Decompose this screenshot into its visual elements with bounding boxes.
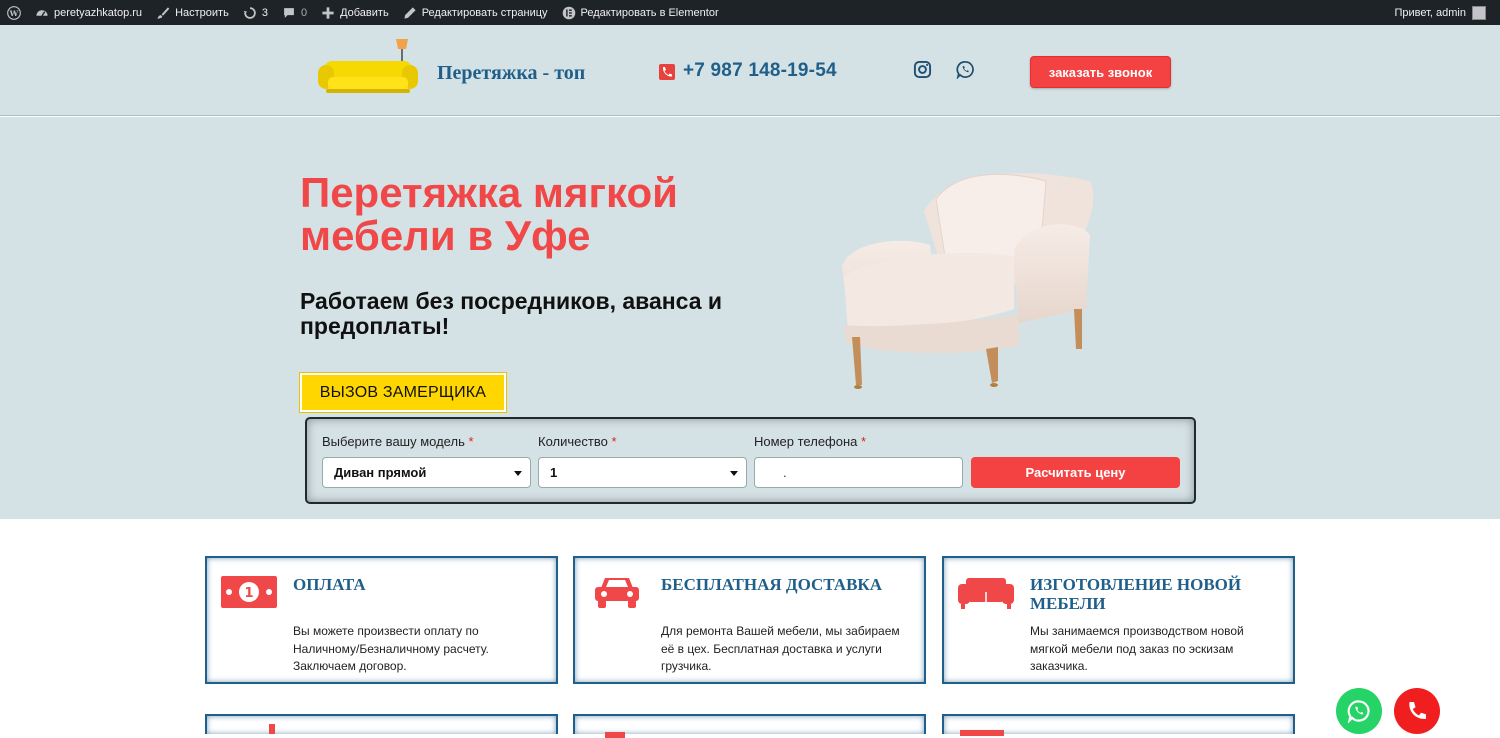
feature-card-payment: 1 ОПЛАТА Вы можете произвести оплату по … [205, 556, 558, 684]
logo-sofa-icon[interactable] [316, 37, 420, 97]
callback-button[interactable]: заказать звонок [1030, 56, 1171, 88]
plus-icon [322, 6, 334, 19]
customize-link[interactable]: Настроить [149, 0, 236, 25]
partial-icon [269, 724, 275, 734]
hero-title: Перетяжка мягкой мебели в Уфе [300, 169, 678, 259]
chevron-down-icon [514, 471, 522, 476]
feature-text: Для ремонта Вашей мебели, мы забираем её… [661, 624, 900, 673]
feature-title: ИЗГОТОВЛЕНИЕ НОВОЙ МЕБЕЛИ [1030, 575, 1242, 613]
feature-title: БЕСПЛАТНАЯ ДОСТАВКА [661, 575, 883, 594]
add-new-menu[interactable]: Добавить [314, 0, 396, 25]
quantity-select[interactable]: 1 [538, 457, 747, 488]
feature-card-partial [573, 714, 926, 738]
brand-name[interactable]: Перетяжка - топ [437, 62, 585, 85]
site-name: peretyazhkatop.ru [54, 6, 143, 19]
add-new-label: Добавить [340, 6, 389, 19]
instagram-icon[interactable] [913, 60, 932, 79]
wp-admin-bar: W peretyazhkatop.ru Настроить 3 0 Добави… [0, 0, 1500, 25]
feature-title: ОПЛАТА [293, 575, 366, 594]
call-measurer-button[interactable]: ВЫЗОВ ЗАМЕРЩИКА [300, 373, 506, 412]
chevron-down-icon [730, 471, 738, 476]
updates-link[interactable]: 3 [236, 0, 275, 25]
phone-icon [659, 64, 675, 80]
floating-call-button[interactable] [1394, 688, 1440, 734]
header-phone-link[interactable]: +7 987 148-19-54 [683, 60, 837, 82]
edit-page-link[interactable]: Редактировать страницу [396, 0, 555, 25]
partial-icon [960, 730, 1004, 736]
car-icon [595, 578, 639, 608]
updates-count: 3 [261, 6, 268, 19]
site-name-menu[interactable]: peretyazhkatop.ru [28, 0, 149, 25]
dashboard-icon [36, 9, 48, 16]
armchair-image [842, 173, 1094, 389]
required-mark: * [468, 434, 474, 449]
updates-icon [243, 6, 256, 19]
edit-elementor-label: Редактировать в Elementor [580, 6, 719, 19]
model-label: Выберите вашу модель * [322, 434, 474, 449]
money-icon: 1 [221, 576, 277, 608]
partial-icon [605, 732, 625, 738]
quantity-label: Количество * [538, 434, 617, 449]
calculate-price-button[interactable]: Расчитать цену [971, 457, 1180, 488]
hero-subtitle: Работаем без посредников, аванса и предо… [300, 288, 723, 339]
pencil-icon [404, 6, 416, 19]
site-header: Перетяжка - топ +7 987 148-19-54 заказат… [0, 25, 1500, 116]
phone-input[interactable]: . [754, 457, 963, 488]
feature-card-partial [942, 714, 1295, 736]
svg-text:W: W [9, 8, 19, 17]
model-select[interactable]: Диван прямой [322, 457, 531, 488]
floating-whatsapp-button[interactable] [1336, 688, 1382, 734]
required-mark: * [861, 434, 867, 449]
svg-text:1: 1 [244, 586, 253, 601]
my-account-menu[interactable]: Привет, admin [1394, 0, 1486, 25]
feature-text: Мы занимаемся производством новой мягкой… [1030, 624, 1244, 673]
phone-label: Номер телефона * [754, 434, 867, 449]
comments-count: 0 [300, 6, 308, 19]
price-calculator-form: Выберите вашу модель * Количество * Номе… [305, 417, 1196, 504]
comment-icon [284, 7, 294, 18]
feature-text: Вы можете произвести оплату по Наличному… [293, 624, 489, 673]
edit-elementor-link[interactable]: Редактировать в Elementor [555, 0, 726, 25]
quantity-select-value: 1 [550, 465, 558, 480]
model-select-value: Диван прямой [334, 465, 427, 480]
brush-icon [157, 6, 170, 19]
wp-logo-menu[interactable]: W [0, 0, 28, 25]
comments-link[interactable]: 0 [275, 0, 314, 25]
required-mark: * [611, 434, 617, 449]
sofa-icon [958, 578, 1014, 609]
elementor-icon [562, 6, 575, 19]
whatsapp-icon [1347, 700, 1370, 723]
feature-card-partial [205, 714, 558, 734]
wordpress-icon: W [7, 5, 21, 20]
feature-card-delivery: БЕСПЛАТНАЯ ДОСТАВКА Для ремонта Вашей ме… [573, 556, 926, 684]
feature-card-new-furniture: ИЗГОТОВЛЕНИЕ НОВОЙ МЕБЕЛИ Мы занимаемся … [942, 556, 1295, 684]
whatsapp-icon[interactable] [956, 60, 975, 79]
avatar [1472, 5, 1486, 20]
phone-icon [1409, 702, 1426, 719]
greeting: Привет, admin [1394, 6, 1466, 19]
edit-page-label: Редактировать страницу [421, 6, 548, 19]
hero-section: Перетяжка мягкой мебели в Уфе Работаем б… [0, 117, 1500, 519]
customize-label: Настроить [175, 6, 229, 19]
